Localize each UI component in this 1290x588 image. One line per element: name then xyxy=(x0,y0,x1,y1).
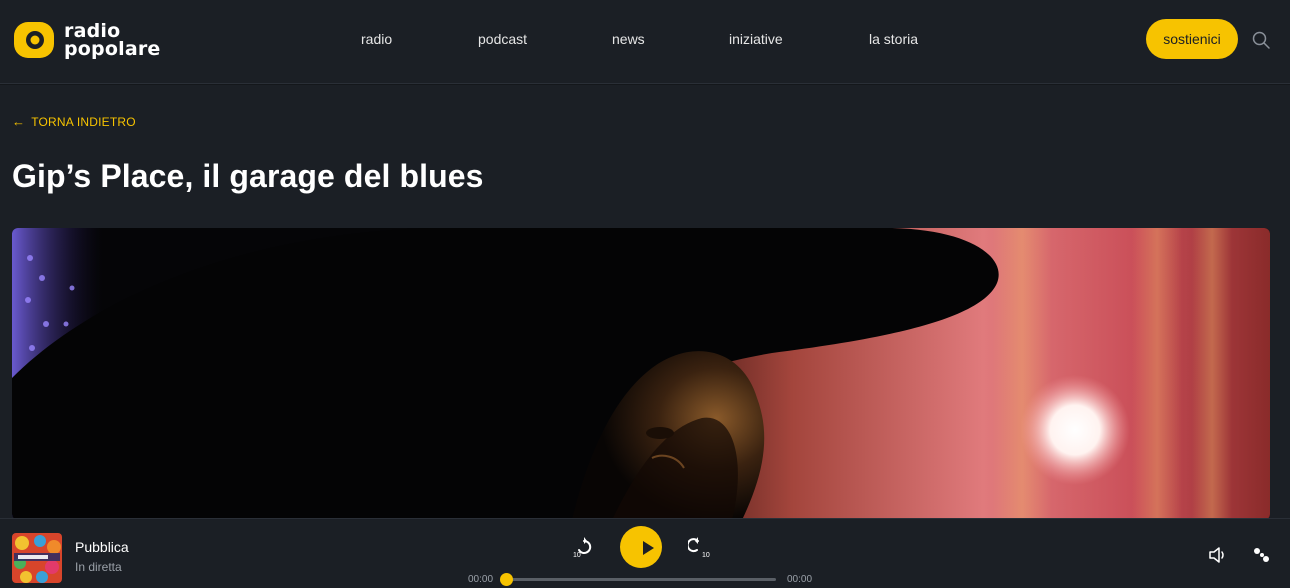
nav-item-radio[interactable]: radio xyxy=(361,31,392,47)
progress-handle[interactable] xyxy=(500,573,513,586)
back-label: TORNA INDIETRO xyxy=(31,114,136,129)
station-name: Pubblica xyxy=(75,539,129,555)
back-link[interactable]: ← TORNA INDIETRO xyxy=(12,114,136,129)
nav-item-la-storia[interactable]: la storia xyxy=(869,31,918,47)
more-button[interactable] xyxy=(1250,545,1274,565)
rewind-10-button[interactable]: 10 xyxy=(572,535,596,559)
forward-10-button[interactable]: 10 xyxy=(686,535,712,559)
time-total: 00:00 xyxy=(787,574,813,585)
hero-image xyxy=(12,228,1270,520)
play-icon xyxy=(643,541,654,555)
svg-text:10: 10 xyxy=(573,552,581,559)
support-button[interactable]: sostienici xyxy=(1146,19,1238,59)
time-current: 00:00 xyxy=(468,574,494,585)
arrow-left-icon: ← xyxy=(12,114,26,129)
site-header: radio popolare radio podcast news inizia… xyxy=(0,0,1290,84)
progress-track[interactable] xyxy=(504,578,776,581)
volume-button[interactable] xyxy=(1207,545,1231,565)
nav-item-news[interactable]: news xyxy=(612,31,645,47)
forward-icon: 10 xyxy=(686,537,710,559)
page-title: Gip’s Place, il garage del blues xyxy=(12,158,484,194)
speaker-icon xyxy=(1209,547,1224,563)
rewind-icon: 10 xyxy=(573,537,592,559)
station-thumbnail[interactable] xyxy=(12,533,62,583)
main-nav: radio podcast news iniziative la storia xyxy=(0,0,1290,84)
search-icon[interactable] xyxy=(1251,30,1271,50)
nav-item-iniziative[interactable]: iniziative xyxy=(729,31,783,47)
nav-item-podcast[interactable]: podcast xyxy=(478,31,527,47)
svg-text:10: 10 xyxy=(702,552,710,559)
audio-player: Pubblica In diretta 10 10 00:00 00:00 xyxy=(0,518,1290,588)
dots-icon xyxy=(1254,548,1269,562)
station-status: In diretta xyxy=(75,560,122,574)
play-button[interactable] xyxy=(620,526,662,568)
